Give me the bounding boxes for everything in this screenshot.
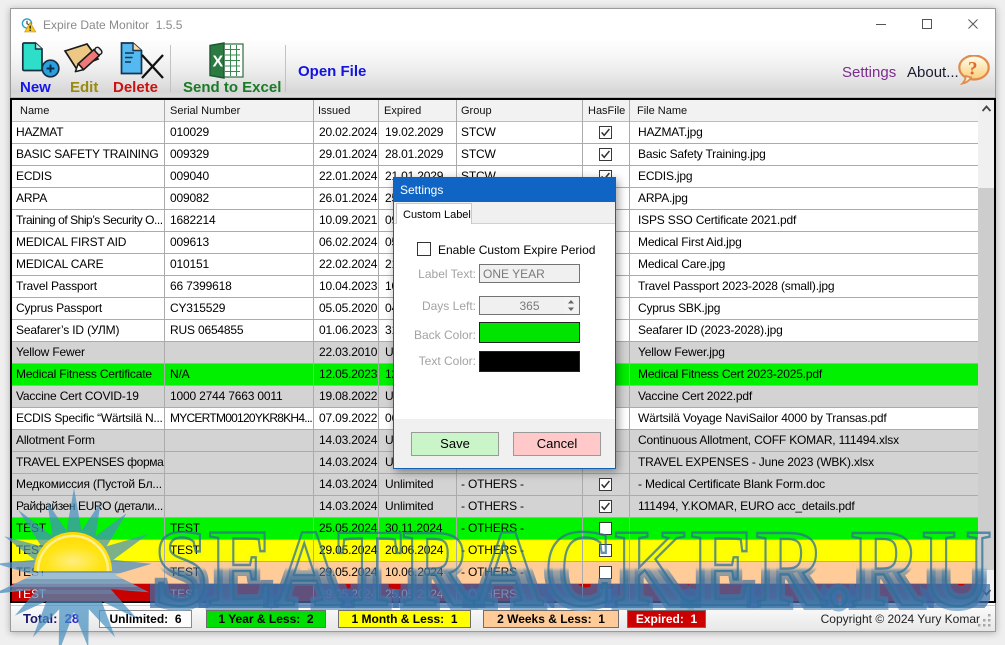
svg-text:X: X bbox=[213, 54, 224, 71]
svg-text:?: ? bbox=[968, 59, 978, 80]
